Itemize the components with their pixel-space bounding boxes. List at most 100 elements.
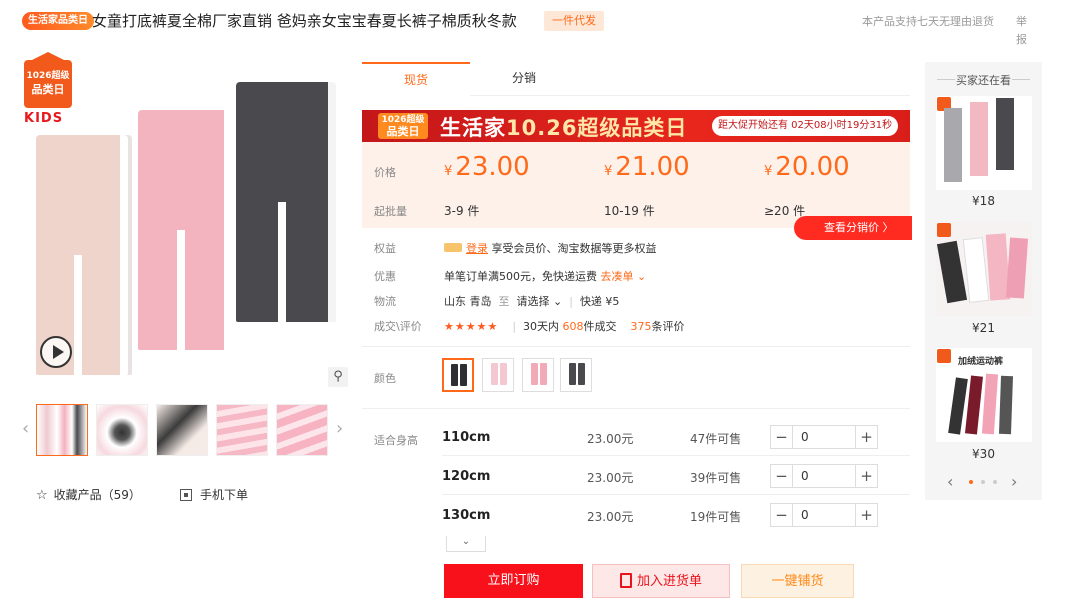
pants-gray-image (944, 108, 962, 182)
thumb-next-icon[interactable]: › (336, 418, 343, 439)
vip-icon (444, 243, 462, 252)
recommend-item[interactable]: 加绒运动裤 (936, 348, 1032, 442)
swatch-leg (531, 363, 538, 385)
color-swatch-black[interactable] (442, 358, 474, 392)
divider (362, 408, 910, 409)
pants-pink-image (970, 102, 988, 176)
tab-in-stock[interactable]: 现货 (362, 62, 470, 96)
product-main-image[interactable]: 1026超级 品类日 KIDS ⚲ (22, 52, 352, 390)
decrement-button[interactable]: − (771, 426, 793, 448)
page-dot[interactable] (969, 480, 973, 484)
size-price: 23.00元 (587, 471, 634, 485)
expand-sizes-button[interactable]: ⌄ (446, 536, 486, 552)
thumbnail-2[interactable] (96, 404, 148, 456)
swatch-leg (460, 364, 467, 386)
banner-badge-line2: 品类日 (386, 125, 420, 138)
tier-price: ¥20.00 (764, 152, 850, 182)
increment-button[interactable]: + (855, 426, 877, 448)
banner-badge: 1026超级 品类日 (378, 113, 428, 139)
size-name: 110cm (442, 430, 491, 445)
tier-price-value: 21.00 (615, 152, 690, 182)
swatch-leg (451, 364, 458, 386)
pants-white-image (962, 237, 990, 303)
promo-tag[interactable]: 生活家品类日 (22, 12, 94, 30)
increment-button[interactable]: + (855, 465, 877, 487)
color-swatch-light-pink[interactable] (482, 358, 514, 392)
zoom-icon[interactable]: ⚲ (328, 367, 348, 387)
page-dot[interactable] (993, 480, 997, 484)
chevron-left-icon[interactable]: ‹ (947, 472, 953, 491)
quantity-input[interactable]: 0 (801, 465, 809, 487)
size-row: 110cm 23.00元 47件可售 − 0 + (442, 418, 910, 456)
color-swatch-dark-gray[interactable] (560, 358, 592, 392)
currency-symbol: ¥ (604, 164, 613, 179)
pants-maroon-image (965, 375, 983, 435)
add-to-cart-button[interactable]: 加入进货单 (592, 564, 730, 598)
view-distribution-price-button[interactable]: 查看分销价 〉 (794, 216, 912, 240)
tier-batch: ≥20 件 (764, 204, 806, 218)
rights-label: 权益 (374, 242, 396, 255)
size-name: 130cm (442, 508, 491, 523)
tier-batch: 3-9 件 (444, 204, 480, 218)
pants-dark-image (996, 98, 1014, 170)
thumbnail-1[interactable] (36, 404, 88, 456)
promo-banner[interactable]: 1026超级 品类日 生活家10.26超级品类日 距大促开始还有 02天08小时… (362, 110, 910, 142)
decrement-button[interactable]: − (771, 504, 793, 526)
add-to-cart-label: 加入进货单 (636, 574, 702, 589)
deal-count[interactable]: 608 (563, 320, 584, 333)
deal-value: ★★★★★ | 30天内 608件成交 375条评价 (444, 320, 685, 333)
color-swatch-pink[interactable] (522, 358, 554, 392)
play-video-icon[interactable] (40, 336, 72, 368)
banner-title: 生活家10.26超级品类日 (440, 112, 687, 142)
review-count[interactable]: 375 (631, 320, 652, 333)
banner-title-part2: 10.26超级品类日 (506, 116, 688, 140)
thumb-prev-icon[interactable]: ‹ (22, 418, 29, 439)
tier-price: ¥23.00 (444, 152, 530, 182)
order-now-button[interactable]: 立即订购 (444, 564, 583, 598)
size-stock: 19件可售 (690, 510, 742, 524)
recommend-item[interactable] (936, 96, 1032, 190)
quantity-stepper: − 0 + (770, 425, 878, 449)
thumbnail-strip: ‹ › (22, 404, 352, 458)
tier-price-value: 20.00 (775, 152, 850, 182)
add-on-link[interactable]: 去凑单 ⌄ (601, 270, 647, 283)
quantity-input[interactable]: 0 (801, 504, 809, 526)
discount-text: 单笔订单满500元，免快递运费 (444, 270, 597, 283)
swatch-leg (491, 363, 498, 385)
discount-label: 优惠 (374, 270, 396, 283)
thumbnail-4[interactable] (216, 404, 268, 456)
rating-stars-icon: ★★★★★ (444, 320, 499, 333)
increment-button[interactable]: + (855, 504, 877, 526)
chevron-right-icon[interactable]: › (1011, 472, 1017, 491)
brand-kids-text: KIDS (24, 111, 64, 126)
discount-value: 单笔订单满500元，免快递运费 去凑单 ⌄ (444, 268, 646, 284)
size-stock: 47件可售 (690, 432, 742, 446)
quantity-input[interactable]: 0 (801, 426, 809, 448)
banner-title-part1: 生活家 (440, 116, 506, 140)
brand-badge: 1026超级 品类日 KIDS (24, 52, 76, 130)
decrement-button[interactable]: − (771, 465, 793, 487)
thumbnail-5[interactable] (276, 404, 328, 456)
tier-batch: 10-19 件 (604, 204, 655, 218)
currency-symbol: ¥ (444, 164, 453, 179)
countdown-timer: 距大促开始还有 02天08小时19分31秒 (712, 116, 899, 136)
destination-select[interactable]: 请选择 ⌄ (517, 295, 563, 308)
star-outline-icon: ☆ (36, 488, 48, 503)
page-dot[interactable] (981, 480, 985, 484)
dropship-tag[interactable]: 一件代发 (544, 11, 604, 31)
tab-distribution[interactable]: 分销 (470, 62, 578, 96)
login-link[interactable]: 登录 (466, 242, 488, 255)
recommend-price: ¥18 (972, 194, 995, 208)
recommend-item[interactable] (936, 222, 1032, 316)
qr-code-icon (180, 489, 192, 501)
brand-badge-line2: 品类日 (31, 83, 65, 96)
report-link[interactable]: 举报 (1016, 13, 1030, 49)
one-key-distribute-button[interactable]: 一键铺货 (741, 564, 854, 598)
thumbnail-3[interactable] (156, 404, 208, 456)
mobile-order-button[interactable]: 手机下单 (180, 486, 248, 503)
size-row: 120cm 23.00元 39件可售 − 0 + (442, 457, 910, 495)
clipboard-icon (619, 573, 632, 588)
swatch-leg (569, 363, 576, 385)
swatch-leg (540, 363, 547, 385)
collect-product-button[interactable]: ☆ 收藏产品（59） (36, 486, 141, 503)
